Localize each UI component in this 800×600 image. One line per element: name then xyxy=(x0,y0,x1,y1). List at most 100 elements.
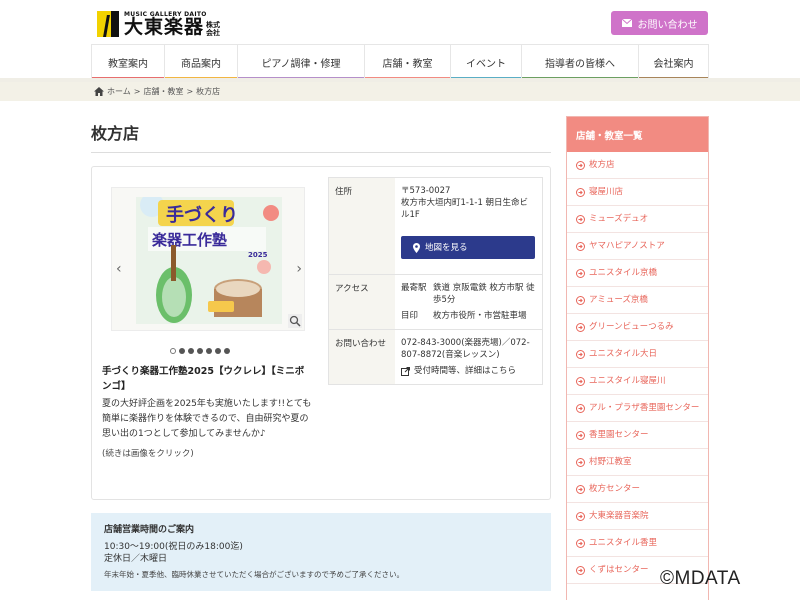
hours-title: 店舗営業時間のご案内 xyxy=(104,525,195,535)
slider-next-icon[interactable]: › xyxy=(296,261,302,277)
event-more-text: (続きは画像をクリック) xyxy=(102,449,194,459)
sidebar-item-yamaha-piano[interactable]: ヤマハピアノストア xyxy=(567,233,708,260)
arrow-circle-icon xyxy=(576,485,585,494)
hours-note: 年末年始・夏季他、臨時休業させていただく場合がございますので予めご了承ください。 xyxy=(104,570,404,579)
sidebar-item-label: 香里園センター xyxy=(589,430,649,440)
sidebar-item-hirakata[interactable]: 枚方店 xyxy=(567,152,708,179)
sidebar-item-label: 枚方センター xyxy=(589,484,641,494)
slider-prev-icon[interactable]: ‹ xyxy=(116,261,122,277)
arrow-circle-icon xyxy=(576,350,585,359)
sidebar-item-unistyle-kori[interactable]: ユニスタイル香里 xyxy=(567,530,708,557)
sidebar-title: 店舗・教室一覧 xyxy=(567,117,708,152)
contact-button-label: お問い合わせ xyxy=(637,19,698,31)
nearest-station-label: 最寄駅 xyxy=(401,283,427,293)
breadcrumb-section[interactable]: 店舗・教室 xyxy=(143,86,183,97)
access-label: アクセス xyxy=(329,275,395,329)
sidebar-item-label: アミューズ京橋 xyxy=(589,295,648,305)
nav-item-instructors[interactable]: 指導者の皆様へ xyxy=(521,45,638,80)
store-card: 手づくり 楽器工作塾 2025 ‹ › 手づくり楽器工作塾2025【ウクレレ】【… xyxy=(91,166,551,500)
nav-item-events[interactable]: イベント xyxy=(450,45,521,80)
contact-button[interactable]: お問い合わせ xyxy=(611,11,708,35)
nav-label: イベント xyxy=(466,58,506,70)
sidebar-item-hirakata-center[interactable]: 枚方センター xyxy=(567,476,708,503)
nav-label: 指導者の皆様へ xyxy=(545,58,615,70)
sidebar-item-label: 大東楽器音楽院 xyxy=(589,511,649,521)
slider-dot[interactable] xyxy=(188,348,194,354)
sidebar-item-label: ユニスタイル京橋 xyxy=(589,268,658,278)
slider-dots xyxy=(170,348,230,354)
arrow-circle-icon xyxy=(576,539,585,548)
hours-detail-link[interactable]: 受付時間等、詳細はこちら xyxy=(401,365,536,377)
logo-name: 大東楽器 xyxy=(124,15,205,38)
phone-numbers: 072-843-3000(楽器売場)／072-807-8872(音楽レッスン) xyxy=(401,338,530,360)
sidebar-item-muranoe[interactable]: 村野江教室 xyxy=(567,449,708,476)
sidebar-item-label: くずはセンター xyxy=(589,565,649,575)
main-nav: 教室案内 商品案内 ピアノ調律・修理 店舗・教室 イベント 指導者の皆様へ 会社… xyxy=(91,44,709,80)
sidebar-item-label: 村野江教室 xyxy=(589,457,632,467)
hours-time: 10:30〜19:00(祝日のみ18:00迄) xyxy=(104,542,243,552)
address-text: 枚方市大垣内町1-1-1 朝日生命ビル1F xyxy=(401,198,529,220)
image-year: 2025 xyxy=(248,251,268,259)
arrow-circle-icon xyxy=(576,188,585,197)
event-slider: 手づくり 楽器工作塾 2025 ‹ › xyxy=(101,177,315,332)
sidebar-item-unistyle-neyagawa[interactable]: ユニスタイル寝屋川 xyxy=(567,368,708,395)
sidebar-item-daito-music-school[interactable]: 大東楽器音楽院 xyxy=(567,503,708,530)
info-row-address: 住所 〒573-0027 枚方市大垣内町1-1-1 朝日生命ビル1F 地図を見る xyxy=(329,178,542,275)
sidebar-item-unistyle-kyobashi[interactable]: ユニスタイル京橋 xyxy=(567,260,708,287)
nav-item-products[interactable]: 商品案内 xyxy=(164,45,237,80)
arrow-circle-icon xyxy=(576,161,585,170)
map-button[interactable]: 地図を見る xyxy=(401,236,535,259)
breadcrumb-current: 枚方店 xyxy=(196,87,221,96)
slider-dot[interactable] xyxy=(179,348,185,354)
arrow-circle-icon xyxy=(576,296,585,305)
zoom-icon[interactable] xyxy=(288,314,302,328)
sidebar-item-label: ユニスタイル大日 xyxy=(589,349,658,359)
logo-mark-icon xyxy=(97,11,121,37)
arrow-circle-icon xyxy=(576,458,585,467)
sidebar-item-green-view[interactable]: グリーンビューつるみ xyxy=(567,314,708,341)
slider-dot[interactable] xyxy=(170,348,176,354)
sidebar-item-unistyle-dainichi[interactable]: ユニスタイル大日 xyxy=(567,341,708,368)
arrow-circle-icon xyxy=(576,269,585,278)
landmark-label: 目印 xyxy=(401,311,419,321)
site-logo[interactable]: MUSIC GALLERY DAITO 大東楽器 株式会社 xyxy=(97,9,222,39)
event-image[interactable]: 手づくり 楽器工作塾 2025 xyxy=(136,197,282,324)
slider-dot[interactable] xyxy=(197,348,203,354)
sidebar-item-label: 枚方店 xyxy=(589,160,615,170)
nav-label: 商品案内 xyxy=(181,58,221,70)
sidebar-item-al-plaza[interactable]: アル・プラザ香里園センター xyxy=(567,395,708,422)
breadcrumb: ホーム > 店舗・教室 > 枚方店 xyxy=(0,82,800,101)
slider-dot[interactable] xyxy=(224,348,230,354)
store-info-table: 住所 〒573-0027 枚方市大垣内町1-1-1 朝日生命ビル1F 地図を見る… xyxy=(328,177,543,385)
external-link-icon xyxy=(401,366,410,376)
nav-label: 店舗・教室 xyxy=(382,58,433,70)
slider-dot[interactable] xyxy=(206,348,212,354)
sidebar-item-label: アル・プラザ香里園センター xyxy=(589,403,700,413)
nav-label: ピアノ調律・修理 xyxy=(261,58,341,70)
arrow-circle-icon xyxy=(576,242,585,251)
sidebar-item-amuse-kyobashi[interactable]: アミューズ京橋 xyxy=(567,287,708,314)
sidebar-item-label: グリーンビューつるみ xyxy=(589,322,674,332)
nav-item-classroom[interactable]: 教室案内 xyxy=(91,45,164,80)
info-row-access: アクセス 最寄駅 鉄道 京阪電鉄 枚方市駅 徒歩5分 目印 枚方市役所・市営駐車… xyxy=(329,275,542,330)
title-divider xyxy=(91,152,551,153)
sidebar-item-neyagawa[interactable]: 寝屋川店 xyxy=(567,179,708,206)
mail-icon xyxy=(621,19,632,27)
arrow-circle-icon xyxy=(576,566,585,575)
image-title-2: 楽器工作塾 xyxy=(152,231,227,249)
arrow-circle-icon xyxy=(576,404,585,413)
event-title: 手づくり楽器工作塾2025【ウクレレ】【ミニボンゴ】 xyxy=(102,366,305,392)
arrow-circle-icon xyxy=(576,431,585,440)
sidebar-item-label: ミューズデュオ xyxy=(589,214,649,224)
breadcrumb-home[interactable]: ホーム xyxy=(107,86,131,97)
nav-item-piano-tuning[interactable]: ピアノ調律・修理 xyxy=(237,45,364,80)
nav-item-company[interactable]: 会社案内 xyxy=(638,45,709,80)
nav-label: 教室案内 xyxy=(108,58,148,70)
sidebar-item-muse-duo[interactable]: ミューズデュオ xyxy=(567,206,708,233)
sidebar-item-korien[interactable]: 香里園センター xyxy=(567,422,708,449)
home-icon[interactable] xyxy=(94,87,104,96)
slider-dot[interactable] xyxy=(215,348,221,354)
map-button-label: 地図を見る xyxy=(425,242,468,253)
nav-item-stores[interactable]: 店舗・教室 xyxy=(364,45,450,80)
hours-closed: 定休日／木曜日 xyxy=(104,554,168,564)
